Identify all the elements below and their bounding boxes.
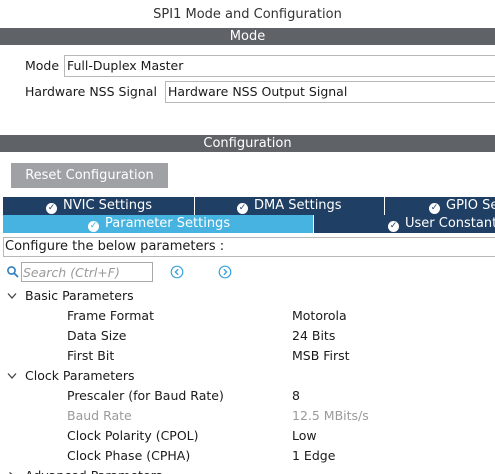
param-value: 12.5 MBits/s [292, 408, 369, 423]
mode-section-header: Mode [0, 28, 495, 45]
search-next-icon[interactable] [218, 265, 232, 279]
param-name: Frame Format [67, 308, 154, 323]
mode-label: Mode [25, 58, 60, 73]
tab-row-bottom: ✓ Parameter Settings ✓ User Constants [3, 215, 495, 233]
configuration-section-header: Configuration [0, 135, 495, 152]
param-row-clock-phase[interactable]: Clock Phase (CPHA) 1 Edge [0, 446, 495, 466]
chevron-down-icon [7, 293, 17, 299]
tab-parameter-settings[interactable]: ✓ Parameter Settings [3, 215, 314, 233]
param-name: Clock Phase (CPHA) [67, 448, 191, 463]
check-circle-icon: ✓ [237, 203, 248, 214]
group-label: Basic Parameters [25, 288, 134, 303]
param-name: Prescaler (for Baud Rate) [67, 388, 224, 403]
param-value[interactable]: 1 Edge [292, 446, 335, 466]
param-name: Baud Rate [67, 408, 132, 423]
tab-row-top: ✓ NVIC Settings ✓ DMA Settings ✓ GPIO Setti… [3, 197, 495, 215]
param-value[interactable]: Low [292, 426, 317, 446]
check-circle-icon: ✓ [88, 221, 99, 232]
tab-label: GPIO Settings [446, 198, 495, 213]
nss-select[interactable]: Hardware NSS Output Signal [165, 81, 495, 103]
tab-gpio-settings[interactable]: ✓ GPIO Settings [385, 197, 495, 215]
check-circle-icon: ✓ [429, 203, 440, 214]
tab-user-constants[interactable]: ✓ User Constants [314, 215, 495, 233]
tab-label: User Constants [405, 216, 495, 231]
search-input[interactable] [21, 262, 153, 282]
param-row-clock-polarity[interactable]: Clock Polarity (CPOL) Low [0, 426, 495, 446]
check-circle-icon: ✓ [388, 221, 399, 232]
tab-nvic-settings[interactable]: ✓ NVIC Settings [3, 197, 195, 215]
param-row-first-bit[interactable]: First Bit MSB First [0, 346, 495, 366]
param-row-data-size[interactable]: Data Size 24 Bits [0, 326, 495, 346]
nss-row: Hardware NSS Signal Hardware NSS Output … [0, 81, 495, 103]
group-label: Advanced Parameters [25, 466, 162, 474]
param-value[interactable]: 24 Bits [292, 326, 335, 346]
param-row-baud-rate: Baud Rate 12.5 MBits/s [0, 406, 495, 426]
param-value[interactable]: Motorola [292, 306, 347, 326]
tab-dma-settings[interactable]: ✓ DMA Settings [195, 197, 385, 215]
parameters-description: Configure the below parameters : [3, 237, 495, 257]
mode-select[interactable]: Full-Duplex Master [64, 55, 495, 77]
nss-label: Hardware NSS Signal [25, 84, 157, 99]
param-row-frame-format[interactable]: Frame Format Motorola [0, 306, 495, 326]
group-basic-parameters[interactable]: Basic Parameters [0, 286, 495, 306]
param-value[interactable]: MSB First [292, 346, 350, 366]
window-title: SPI1 Mode and Configuration [153, 7, 342, 22]
chevron-down-icon [7, 373, 17, 379]
reset-configuration-button[interactable]: Reset Configuration [11, 163, 168, 188]
group-clock-parameters[interactable]: Clock Parameters [0, 366, 495, 386]
param-row-prescaler[interactable]: Prescaler (for Baud Rate) 8 [0, 386, 495, 406]
search-icon [7, 266, 19, 278]
check-circle-icon: ✓ [46, 203, 57, 214]
param-name: Clock Polarity (CPOL) [67, 428, 199, 443]
tab-label: DMA Settings [254, 198, 342, 213]
group-advanced-parameters[interactable]: Advanced Parameters [0, 466, 495, 474]
group-label: Clock Parameters [25, 368, 135, 383]
param-name: First Bit [67, 348, 115, 363]
tab-label: NVIC Settings [63, 198, 152, 213]
param-value[interactable]: 8 [292, 386, 300, 406]
mode-row: Mode Full-Duplex Master [0, 55, 495, 77]
param-name: Data Size [67, 328, 127, 343]
search-previous-icon[interactable] [170, 265, 184, 279]
tab-label: Parameter Settings [105, 216, 231, 231]
